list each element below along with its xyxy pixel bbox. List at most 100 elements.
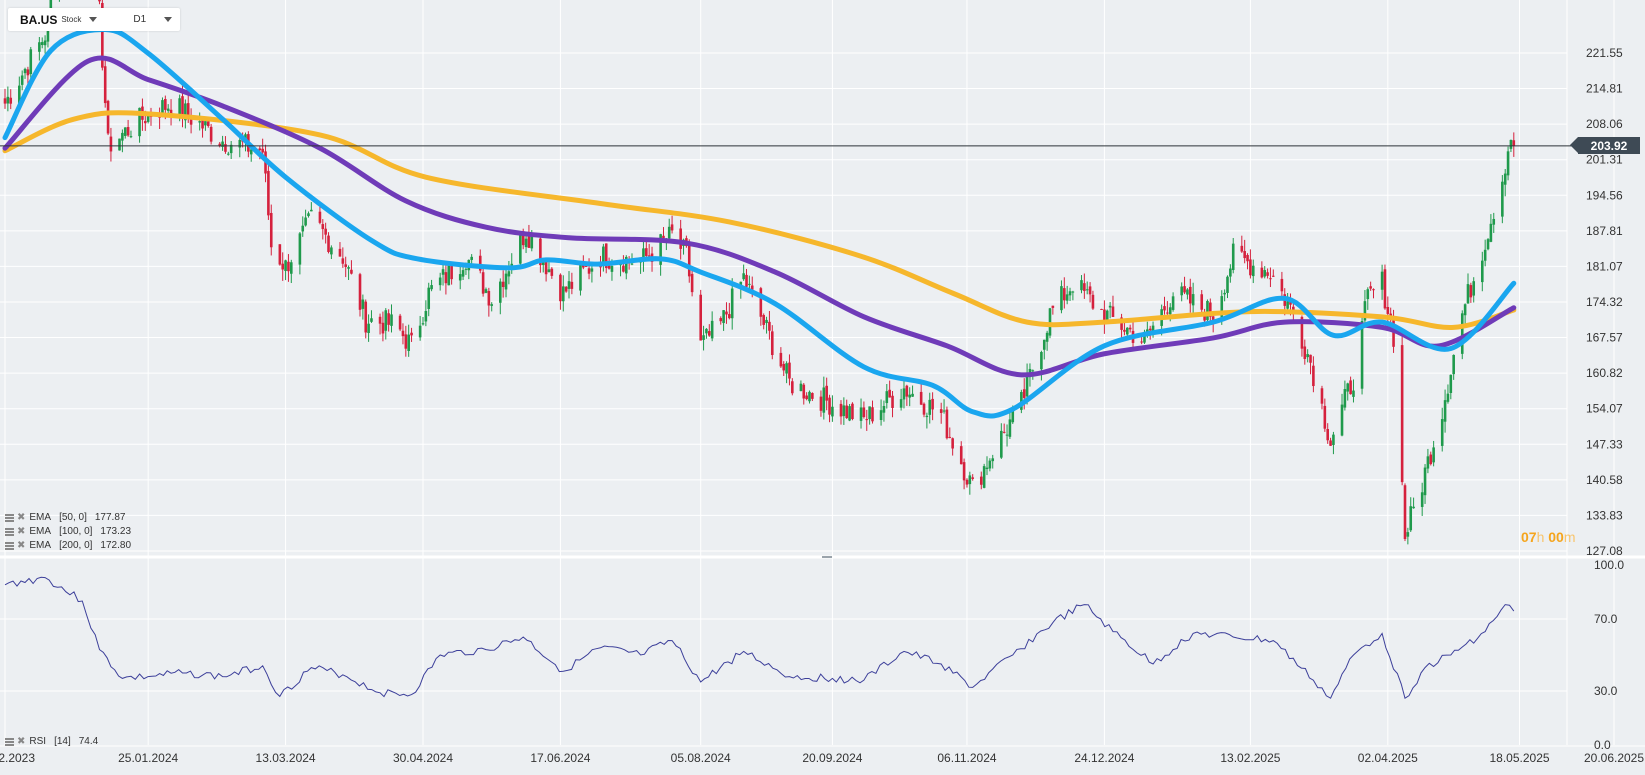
legend-rsi[interactable]: ✖ RSI [14] 74.4 (5, 735, 98, 748)
candle-body (1472, 281, 1476, 296)
candle-body (1051, 305, 1055, 308)
close-icon[interactable]: ✖ (17, 526, 25, 537)
legend-label: EMA (29, 526, 52, 537)
candle-body (1420, 492, 1424, 507)
x-tick-label: 06.11.2024 (937, 751, 996, 765)
candle-body (1231, 243, 1235, 271)
candle-body (905, 385, 909, 397)
rsi-tick-label: 30.0 (1594, 684, 1618, 698)
candle-body (959, 446, 963, 465)
legend-label: EMA (29, 512, 52, 523)
candle-body (1469, 285, 1473, 298)
y-tick-label: 181.07 (1586, 259, 1623, 273)
candle-body (825, 385, 828, 401)
candle-body (26, 69, 30, 76)
candle-body (1091, 294, 1095, 309)
candle-body (430, 285, 433, 290)
candle-body (1269, 278, 1272, 280)
countdown-hours: 07 (1521, 529, 1537, 545)
current-price-tag: 203.92 (1570, 137, 1640, 155)
candle-body (1360, 321, 1364, 389)
candle-body (424, 311, 428, 322)
menu-icon[interactable] (5, 541, 14, 550)
candle-body (902, 388, 906, 400)
candle-body (919, 391, 923, 405)
close-icon[interactable]: ✖ (17, 540, 25, 551)
y-tick-label: 140.58 (1586, 473, 1623, 487)
candle-body (1366, 289, 1370, 300)
x-tick-label: 13.03.2024 (256, 751, 316, 765)
candle-body (1000, 430, 1003, 458)
candle-body (1100, 308, 1103, 310)
candle-body (1042, 339, 1046, 350)
candle-body (438, 277, 442, 286)
candle-body (103, 66, 107, 104)
candle-body (802, 384, 806, 399)
y-tick-label: 208.06 (1586, 117, 1623, 131)
symbol-selector[interactable]: BA.US Stock D1 (8, 8, 180, 31)
candle-body (1068, 291, 1072, 296)
menu-icon[interactable] (5, 527, 14, 536)
chart-canvas[interactable]: 06.12.2023 25.01.2024 13.03.2024 30.04.2024… (0, 0, 1645, 775)
legend-params: [100, 0] (59, 526, 93, 537)
candle-body (805, 395, 808, 400)
legend-value: 173.23 (100, 526, 132, 537)
candle-body (164, 99, 167, 110)
ema-100-line (2, 55, 1517, 378)
candle-body (427, 287, 431, 309)
legend-ema-50[interactable]: ✖ EMA [50, 0] 177.87 (5, 511, 125, 524)
x-tick-label: 18.05.2025 (1489, 751, 1549, 765)
close-icon[interactable]: ✖ (17, 512, 25, 523)
candle-body (851, 403, 854, 420)
candle-body (799, 383, 803, 392)
candle-body (358, 274, 362, 310)
candle-body (378, 316, 382, 324)
candle-body (527, 236, 531, 248)
candle-body (218, 143, 222, 146)
candle-body (1280, 278, 1284, 292)
candle-body (928, 399, 932, 415)
x-tick-label: 24.12.2024 (1074, 751, 1134, 765)
candle-body (261, 148, 264, 153)
legend-ema-200[interactable]: ✖ EMA [200, 0] 172.80 (5, 539, 131, 552)
candle-body (590, 268, 594, 272)
candle-body (327, 235, 330, 252)
legend-params: [50, 0] (59, 512, 87, 523)
candle-body (550, 268, 554, 276)
candle-body (888, 389, 891, 398)
candle-body (267, 170, 270, 216)
candle-body (530, 236, 534, 249)
chevron-down-icon[interactable] (164, 17, 173, 22)
candle-body (269, 212, 273, 248)
menu-icon[interactable] (5, 737, 14, 746)
candle-body (1251, 265, 1255, 277)
chart-stage[interactable]: 06.12.2023 25.01.2024 13.03.2024 30.04.2024… (0, 0, 1645, 775)
candle-body (370, 318, 373, 322)
candle-body (350, 269, 353, 274)
candle-body (1240, 245, 1244, 252)
candle-body (1186, 289, 1189, 295)
close-icon[interactable]: ✖ (17, 736, 25, 747)
candle-body (561, 286, 565, 302)
candle-body (1340, 404, 1344, 436)
candle-body (1166, 312, 1169, 314)
y-tick-label: 214.81 (1586, 82, 1623, 96)
candle-body (839, 403, 843, 417)
candle-body (1123, 329, 1126, 332)
candle-body (742, 273, 745, 280)
candle-body (871, 407, 874, 422)
legend-ema-100[interactable]: ✖ EMA [100, 0] 173.23 (5, 525, 131, 538)
candle-body (1168, 307, 1172, 315)
candle-body (725, 311, 728, 315)
candle-body (1492, 218, 1496, 225)
candle-body (6, 96, 10, 104)
y-tick-label: 147.33 (1586, 437, 1623, 451)
candle-body (487, 290, 491, 306)
candle-body (98, 0, 101, 2)
candle-body (418, 325, 422, 338)
candle-body (390, 314, 393, 326)
candle-body (770, 331, 774, 356)
menu-icon[interactable] (5, 513, 14, 522)
chevron-down-icon[interactable] (89, 17, 98, 22)
timeframe-label[interactable]: D1 (133, 14, 146, 25)
